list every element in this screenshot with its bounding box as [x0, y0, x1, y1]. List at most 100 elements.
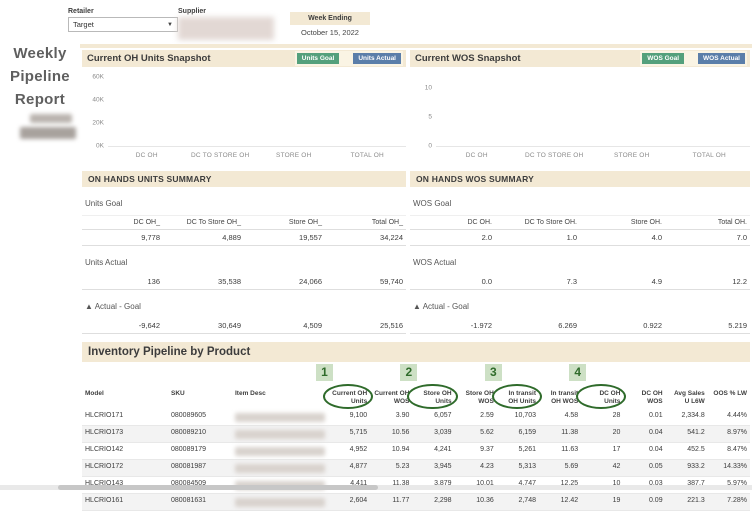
- cell-value[interactable]: 4.23: [455, 460, 497, 476]
- cell-value[interactable]: 8.97%: [708, 426, 750, 442]
- horizontal-scrollbar-thumb[interactable]: [58, 485, 378, 490]
- summary-value-cell[interactable]: 5.219: [665, 318, 750, 334]
- pipeline-column-header[interactable]: Current OH WOS: [370, 389, 412, 409]
- pipeline-column-header[interactable]: In transit OH Units3: [497, 389, 539, 409]
- table-row[interactable]: HLCRIO1720800819874,8775.233,9454.235,31…: [82, 460, 750, 477]
- cell-value[interactable]: 0.09: [623, 494, 665, 510]
- summary-value-cell[interactable]: 9,778: [82, 230, 163, 246]
- summary-value-cell[interactable]: 59,740: [325, 274, 406, 290]
- summary-value-cell[interactable]: 30,649: [163, 318, 244, 334]
- cell-model[interactable]: HLCRIO173: [82, 426, 168, 442]
- summary-value-cell[interactable]: 0.922: [580, 318, 665, 334]
- pipeline-column-header[interactable]: Store OH Units2: [412, 389, 454, 409]
- summary-value-cell[interactable]: 1.0: [495, 230, 580, 246]
- summary-value-cell[interactable]: 35,538: [163, 274, 244, 290]
- cell-value[interactable]: 17: [581, 443, 623, 459]
- cell-value[interactable]: 221.3: [666, 494, 708, 510]
- cell-value[interactable]: 19: [581, 494, 623, 510]
- summary-column-header[interactable]: Store OH_: [244, 215, 325, 230]
- cell-item-desc[interactable]: [232, 426, 328, 442]
- pipeline-column-header[interactable]: SKU: [168, 389, 232, 409]
- cell-value[interactable]: 10.56: [370, 426, 412, 442]
- cell-item-desc[interactable]: [232, 460, 328, 476]
- pipeline-column-header[interactable]: Item Desc: [232, 389, 328, 409]
- cell-value[interactable]: 2,298: [412, 494, 454, 510]
- summary-value-cell[interactable]: 25,516: [325, 318, 406, 334]
- cell-value[interactable]: 6,057: [412, 409, 454, 425]
- summary-value-cell[interactable]: 19,557: [244, 230, 325, 246]
- pipeline-column-header[interactable]: Avg Sales U L6W: [666, 389, 708, 409]
- cell-value[interactable]: 5.62: [455, 426, 497, 442]
- legend-pill-wos-actual[interactable]: WOS Actual: [698, 53, 745, 64]
- summary-value-cell[interactable]: -9,642: [82, 318, 163, 334]
- cell-value[interactable]: 11.63: [539, 443, 581, 459]
- summary-column-header[interactable]: DC To Store OH_: [163, 215, 244, 230]
- cell-value[interactable]: 3.90: [370, 409, 412, 425]
- cell-value[interactable]: 20: [581, 426, 623, 442]
- pipeline-column-header[interactable]: Current OH Units1: [328, 389, 370, 409]
- cell-value[interactable]: 4,241: [412, 443, 454, 459]
- cell-value[interactable]: 11.77: [370, 494, 412, 510]
- cell-value[interactable]: 10.36: [455, 494, 497, 510]
- cell-value[interactable]: 14.33%: [708, 460, 750, 476]
- cell-value[interactable]: 4,952: [328, 443, 370, 459]
- cell-value[interactable]: 2,334.8: [666, 409, 708, 425]
- pipeline-column-header[interactable]: DC OH Units4: [581, 389, 623, 409]
- summary-value-cell[interactable]: 7.3: [495, 274, 580, 290]
- cell-value[interactable]: 5,261: [497, 443, 539, 459]
- cell-value[interactable]: 3,039: [412, 426, 454, 442]
- cell-value[interactable]: 9,100: [328, 409, 370, 425]
- summary-column-header[interactable]: DC OH.: [410, 215, 495, 230]
- summary-column-header[interactable]: Store OH.: [580, 215, 665, 230]
- cell-model[interactable]: HLCRIO172: [82, 460, 168, 476]
- cell-value[interactable]: 452.5: [666, 443, 708, 459]
- cell-value[interactable]: 2,604: [328, 494, 370, 510]
- retailer-dropdown[interactable]: Target ▼: [68, 17, 178, 32]
- summary-column-header[interactable]: DC To Store OH.: [495, 215, 580, 230]
- cell-value[interactable]: 12.42: [539, 494, 581, 510]
- cell-value[interactable]: 11.38: [539, 426, 581, 442]
- pipeline-column-header[interactable]: OOS % LW: [708, 389, 750, 409]
- cell-item-desc[interactable]: [232, 494, 328, 510]
- cell-value[interactable]: 2.59: [455, 409, 497, 425]
- summary-value-cell[interactable]: 4.9: [580, 274, 665, 290]
- table-row[interactable]: HLCRIO1730800892105,71510.563,0395.626,1…: [82, 426, 750, 443]
- cell-value[interactable]: 4.44%: [708, 409, 750, 425]
- cell-item-desc[interactable]: [232, 443, 328, 459]
- summary-value-cell[interactable]: 2.0: [410, 230, 495, 246]
- cell-item-desc[interactable]: [232, 409, 328, 425]
- cell-value[interactable]: 42: [581, 460, 623, 476]
- legend-pill-wos-goal[interactable]: WOS Goal: [642, 53, 684, 64]
- summary-value-cell[interactable]: 136: [82, 274, 163, 290]
- pipeline-column-header[interactable]: Store OH WOS: [455, 389, 497, 409]
- summary-value-cell[interactable]: 0.0: [410, 274, 495, 290]
- pipeline-column-header[interactable]: DC OH WOS: [623, 389, 665, 409]
- cell-value[interactable]: 8.47%: [708, 443, 750, 459]
- table-row[interactable]: HLCRIO1710800896059,1003.906,0572.5910,7…: [82, 409, 750, 426]
- summary-column-header[interactable]: DC OH_: [82, 215, 163, 230]
- legend-pill-units-actual[interactable]: Units Actual: [353, 53, 401, 64]
- pipeline-column-header[interactable]: In transit OH WOS: [539, 389, 581, 409]
- summary-value-cell[interactable]: 24,066: [244, 274, 325, 290]
- cell-value[interactable]: 5.23: [370, 460, 412, 476]
- cell-model[interactable]: HLCRIO142: [82, 443, 168, 459]
- summary-value-cell[interactable]: 4,889: [163, 230, 244, 246]
- cell-value[interactable]: 10,703: [497, 409, 539, 425]
- summary-column-header[interactable]: Total OH.: [665, 215, 750, 230]
- cell-value[interactable]: 7.28%: [708, 494, 750, 510]
- cell-model[interactable]: HLCRIO161: [82, 494, 168, 510]
- summary-value-cell[interactable]: 7.0: [665, 230, 750, 246]
- cell-value[interactable]: 5,715: [328, 426, 370, 442]
- cell-value[interactable]: 0.04: [623, 443, 665, 459]
- summary-value-cell[interactable]: 6.269: [495, 318, 580, 334]
- cell-value[interactable]: 4,877: [328, 460, 370, 476]
- cell-value[interactable]: 0.05: [623, 460, 665, 476]
- cell-value[interactable]: 10.94: [370, 443, 412, 459]
- table-row[interactable]: HLCRIO1610800816312,60411.772,29810.362,…: [82, 494, 750, 511]
- legend-pill-units-goal[interactable]: Units Goal: [297, 53, 340, 64]
- cell-value[interactable]: 9.37: [455, 443, 497, 459]
- horizontal-scrollbar[interactable]: [0, 485, 752, 490]
- cell-value[interactable]: 541.2: [666, 426, 708, 442]
- cell-sku[interactable]: 080081987: [168, 460, 232, 476]
- cell-sku[interactable]: 080089179: [168, 443, 232, 459]
